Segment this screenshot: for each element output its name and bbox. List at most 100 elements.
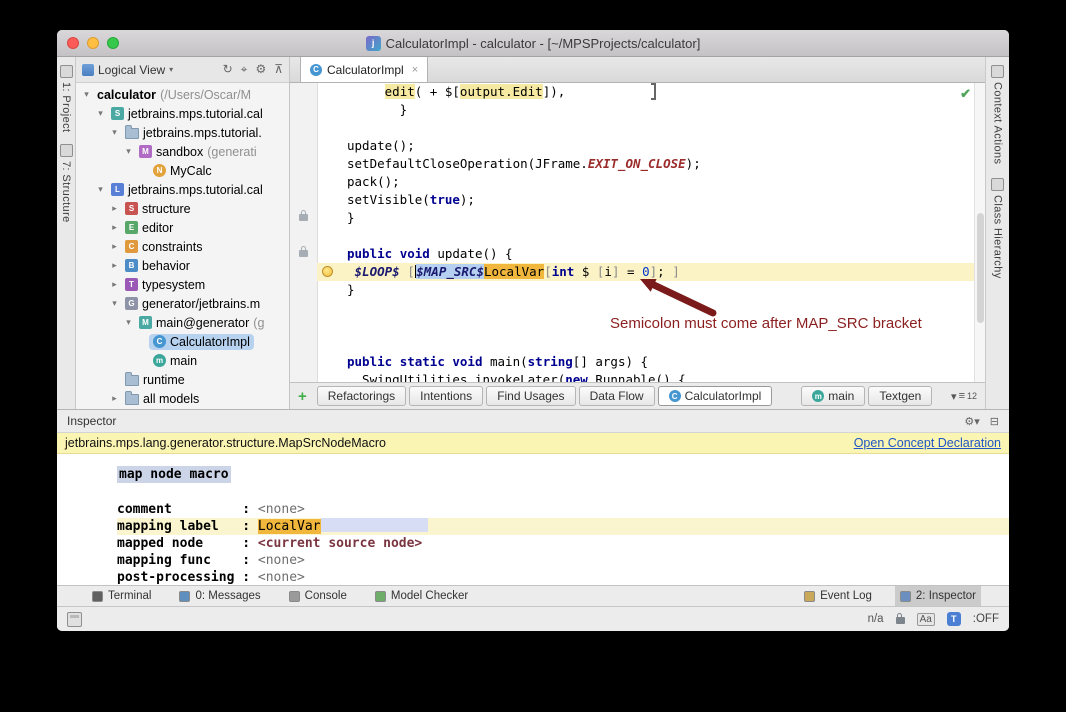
code-line[interactable] (317, 335, 975, 353)
chevron-right-icon[interactable]: ▸ (108, 222, 121, 233)
chevron-right-icon[interactable]: ▸ (108, 279, 121, 290)
inspector-row-value[interactable]: LocalVar (257, 519, 321, 534)
code-line[interactable]: $LOOP$ [$MAP_SRC$LocalVar[int $ [i] = 0]… (317, 263, 975, 281)
tree-item-jetbrains-mps-tutorial-cal[interactable]: ▾ Sjetbrains.mps.tutorial.cal (76, 104, 289, 123)
code-line[interactable]: public void update() { (317, 245, 975, 263)
open-concept-declaration-link[interactable]: Open Concept Declaration (854, 436, 1001, 450)
chevron-down-icon[interactable]: ▾ (108, 298, 121, 309)
inspector-row-value[interactable]: <none> (258, 570, 305, 585)
code-line[interactable]: setVisible(true); (317, 191, 975, 209)
tree-item-main[interactable]: m main (76, 351, 289, 370)
tree-item-jetbrains-mps-tutorial-cal[interactable]: ▾ Ljetbrains.mps.tutorial.cal (76, 180, 289, 199)
code-line[interactable] (317, 227, 975, 245)
tree-item-all-models[interactable]: ▸ all models (76, 389, 289, 408)
lock-icon[interactable] (895, 613, 905, 624)
close-tab-icon[interactable]: × (412, 64, 418, 76)
typesystem-toggle[interactable]: T (946, 612, 961, 626)
editor-body[interactable]: edit( + $[output.Edit]), } update(); setDe… (290, 83, 985, 382)
refresh-icon[interactable]: ↻ (223, 62, 233, 77)
scrollbar-thumb[interactable] (977, 213, 984, 323)
toolwindow-button-0-messages[interactable]: 0: Messages (174, 586, 265, 606)
editor-tab-calculatorimpl[interactable]: C CalculatorImpl × (300, 57, 429, 82)
tool-tab-data-flow[interactable]: Data Flow (578, 386, 655, 406)
tool-tab-refactorings[interactable]: Refactorings (316, 386, 407, 406)
chevron-down-icon[interactable]: ▾ (108, 127, 121, 138)
locate-icon[interactable]: ⌖ (241, 62, 248, 77)
bottom-file-tab-textgen[interactable]: Textgen (868, 386, 933, 406)
inspector-content[interactable]: map node macro comment : <none> mapping la… (57, 454, 1009, 586)
macro-heading[interactable]: map node macro (117, 466, 231, 483)
minimize-window-button[interactable] (87, 37, 99, 49)
hidden-tabs-button[interactable]: ▾ ≡ 12 (951, 390, 977, 403)
code-line[interactable] (317, 119, 975, 137)
code-line[interactable]: pack(); (317, 173, 975, 191)
chevron-down-icon[interactable]: ▾ (122, 146, 135, 157)
chevron-down-icon[interactable]: ▾ (122, 317, 135, 328)
chevron-right-icon[interactable]: ▸ (108, 241, 121, 252)
inspector-row-value[interactable]: <none> (258, 502, 305, 517)
tree-item-runtime[interactable]: runtime (76, 370, 289, 389)
code-line[interactable]: edit( + $[output.Edit]), (317, 83, 975, 101)
chevron-down-icon[interactable]: ▾ (94, 108, 107, 119)
inspector-header-icons: ⚙▾ ⊟ (964, 415, 999, 428)
bottom-file-tab-main[interactable]: m main (801, 386, 866, 406)
collapse-all-icon[interactable]: ⊼ (274, 62, 283, 77)
chevron-down-icon[interactable]: ▾ (80, 89, 93, 100)
tree-item-mycalc[interactable]: N MyCalc (76, 161, 289, 180)
toolwindow-button-console[interactable]: Console (284, 586, 352, 606)
chevron-down-icon[interactable]: ▾ (169, 65, 173, 74)
intention-bulb-icon[interactable] (322, 266, 333, 277)
code-line[interactable]: } (317, 281, 975, 299)
tree-item-sandbox[interactable]: ▾ Msandbox (generati (76, 142, 289, 161)
inspector-row-value[interactable]: <current source node> (258, 536, 422, 551)
code-line[interactable]: update(); (317, 137, 975, 155)
font-status-icon[interactable]: Aa (916, 612, 935, 626)
tree-item-typesystem[interactable]: ▸ Ttypesystem (76, 275, 289, 294)
title-bar[interactable]: j CalculatorImpl - calculator - [~/MPSPr… (57, 30, 1009, 57)
settings-icon[interactable]: ⚙ (255, 62, 266, 77)
inspector-header[interactable]: Inspector ⚙▾ ⊟ (57, 410, 1009, 433)
code-line[interactable]: setDefaultCloseOperation(JFrame.EXIT_ON_… (317, 155, 975, 173)
main-area: 1: Project 7: Structure Logical View ▾ ↻ ⌖… (57, 57, 1009, 409)
tree-item-structure[interactable]: ▸ Sstructure (76, 199, 289, 218)
class-hierarchy-tool-button[interactable]: Class Hierarchy (991, 178, 1004, 279)
structure-tool-button[interactable]: 7: Structure (59, 144, 73, 223)
code-line[interactable]: public static void main(string[] args) { (317, 353, 975, 371)
tree-item-editor[interactable]: ▸ Eeditor (76, 218, 289, 237)
tree-item-main-generator[interactable]: ▾ Mmain@generator (g (76, 313, 289, 332)
tree-item-calculator[interactable]: ▾ calculator (/Users/Oscar/M (76, 85, 289, 104)
chevron-down-icon[interactable]: ▾ (94, 184, 107, 195)
chevron-right-icon[interactable]: ▸ (108, 203, 121, 214)
context-actions-tool-button[interactable]: Context Actions (991, 65, 1004, 164)
tree-item-jetbrains-mps-tutorial[interactable]: ▾ jetbrains.mps.tutorial. (76, 123, 289, 142)
hide-panel-icon[interactable]: ⊟ (990, 415, 999, 428)
inspector-settings-icon[interactable]: ⚙▾ (964, 415, 979, 428)
add-tab-button[interactable]: + (298, 388, 307, 405)
tree-item-constraints[interactable]: ▸ Cconstraints (76, 237, 289, 256)
editor-scrollbar[interactable] (974, 83, 985, 382)
tree-item-behavior[interactable]: ▸ Bbehavior (76, 256, 289, 275)
inspector-row-value[interactable]: <none> (258, 553, 305, 568)
toolwindow-toggle-icon[interactable] (67, 611, 82, 627)
chevron-right-icon[interactable]: ▸ (108, 393, 121, 404)
toolwindow-button-2-inspector[interactable]: 2: Inspector (894, 586, 981, 606)
zoom-window-button[interactable] (107, 37, 119, 49)
typesystem-state: :OFF (972, 613, 999, 625)
toolwindow-button-event-log[interactable]: Event Log (799, 586, 877, 606)
code-line[interactable]: } (317, 101, 975, 119)
tool-tab-intentions[interactable]: Intentions (409, 386, 484, 406)
bottom-file-tab-calculatorimpl[interactable]: C CalculatorImpl (657, 386, 773, 406)
code-area[interactable]: edit( + $[output.Edit]), } update(); setDe… (317, 83, 975, 382)
tree-item-calculatorimpl[interactable]: C CalculatorImpl (76, 332, 289, 351)
tab-label: main (828, 389, 855, 403)
project-tool-button[interactable]: 1: Project (59, 65, 73, 132)
toolwindow-button-model-checker[interactable]: Model Checker (370, 586, 473, 606)
tool-tab-find-usages[interactable]: Find Usages (486, 386, 576, 406)
chevron-right-icon[interactable]: ▸ (108, 260, 121, 271)
code-line[interactable]: } (317, 209, 975, 227)
close-window-button[interactable] (67, 37, 79, 49)
view-selector[interactable]: Logical View (98, 63, 165, 77)
toolwindow-button-terminal[interactable]: Terminal (87, 586, 156, 606)
code-line[interactable]: SwingUtilities.invokeLater(new Runnable(… (317, 371, 975, 382)
tree-item-generator-jetbrains-m[interactable]: ▾ Ggenerator/jetbrains.m (76, 294, 289, 313)
